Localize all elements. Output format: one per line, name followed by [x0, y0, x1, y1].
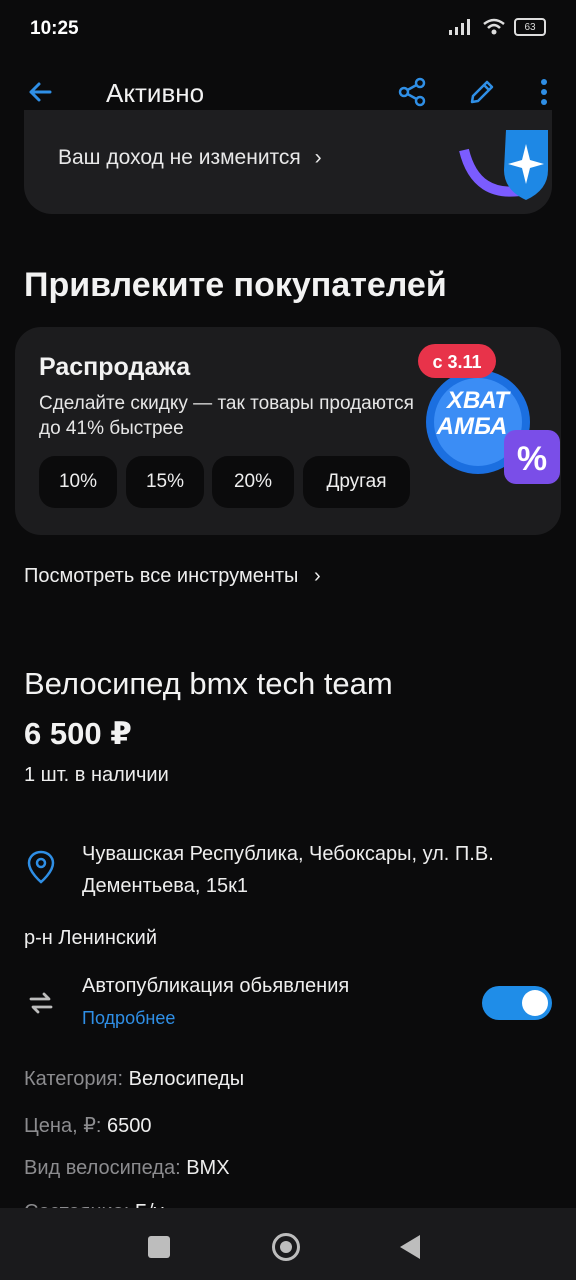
- spec-row-category: Категория: Велосипеды: [24, 1068, 244, 1091]
- home-button[interactable]: [272, 1233, 300, 1261]
- pencil-icon: [470, 80, 494, 104]
- promote-title: Привлеките покупателей: [24, 266, 447, 304]
- back-button[interactable]: [20, 72, 60, 112]
- badge-word-1: ХВАТ: [445, 387, 511, 414]
- more-vertical-icon: [541, 79, 547, 105]
- status-bar: 10:25 63: [0, 0, 576, 52]
- share-button[interactable]: [392, 72, 432, 112]
- back-nav-icon[interactable]: [398, 1233, 422, 1261]
- page-title: Активно: [106, 78, 205, 108]
- location-pin-icon: [27, 850, 55, 884]
- signal-icon: [449, 19, 470, 35]
- sale-badge-icon: с 3.11 ХВАТ АМБА %: [418, 344, 560, 484]
- product-price: 6 500 ₽: [24, 716, 132, 751]
- spec-value: BMX: [186, 1157, 230, 1179]
- autopublish-label: Автопубликация обьявления: [82, 975, 350, 997]
- autopublish-toggle[interactable]: [482, 986, 552, 1020]
- promo-shield-icon: [459, 130, 548, 200]
- chevron-right-icon: ›: [314, 146, 322, 169]
- spec-row-price: Цена, ₽: 6500: [24, 1113, 152, 1138]
- battery-icon: 63: [514, 18, 546, 36]
- recents-button[interactable]: [148, 1236, 170, 1258]
- spec-key: Цена, ₽:: [24, 1115, 102, 1137]
- all-tools-label: Посмотреть все инструменты: [24, 565, 299, 587]
- arrow-left-icon: [29, 82, 52, 102]
- product-address: Чувашская Республика, Чебоксары, ул. П.В…: [82, 843, 494, 897]
- spec-key: Вид велосипеда:: [24, 1157, 181, 1179]
- home-dot: [280, 1241, 292, 1253]
- badge-percent: %: [517, 440, 547, 478]
- status-time: 10:25: [30, 18, 79, 39]
- spec-value: Велосипеды: [128, 1068, 245, 1090]
- income-card-label: Ваш доход не изменится: [58, 146, 301, 169]
- spec-value: 6500: [107, 1115, 152, 1137]
- discount-chip-other[interactable]: Другая: [303, 456, 410, 508]
- autopublish-details-link[interactable]: Подробнее: [82, 1008, 175, 1029]
- chevron-right-icon: ›: [313, 565, 321, 587]
- product-district: р-н Ленинский: [24, 927, 157, 949]
- product-title: Велосипед bmx tech team: [24, 666, 393, 701]
- discount-chip-15[interactable]: 15%: [126, 456, 204, 508]
- status-icons: 63: [448, 18, 546, 36]
- spec-key: Категория:: [24, 1068, 124, 1090]
- badge-word-2: АМБА: [436, 413, 508, 440]
- edit-button[interactable]: [462, 72, 502, 112]
- spec-row-bike-type: Вид велосипеда: BMX: [24, 1157, 230, 1180]
- more-button[interactable]: [524, 72, 564, 112]
- discount-chip-10[interactable]: 10%: [39, 456, 117, 508]
- income-card-text[interactable]: Ваш доход не изменится ›: [58, 146, 322, 170]
- share-icon: [398, 77, 426, 107]
- toggle-knob: [522, 990, 548, 1016]
- system-nav-bar: [0, 1208, 576, 1280]
- sale-title: Распродажа: [39, 353, 191, 381]
- product-stock: 1 шт. в наличии: [24, 764, 169, 786]
- sale-description: Сделайте скидку — так товары продаются д…: [39, 393, 414, 439]
- discount-chip-20[interactable]: 20%: [212, 456, 294, 508]
- all-tools-link[interactable]: Посмотреть все инструменты ›: [24, 565, 321, 588]
- wifi-icon: [483, 18, 505, 35]
- autorenew-icon: [29, 992, 53, 1014]
- badge-date: с 3.11: [432, 352, 481, 372]
